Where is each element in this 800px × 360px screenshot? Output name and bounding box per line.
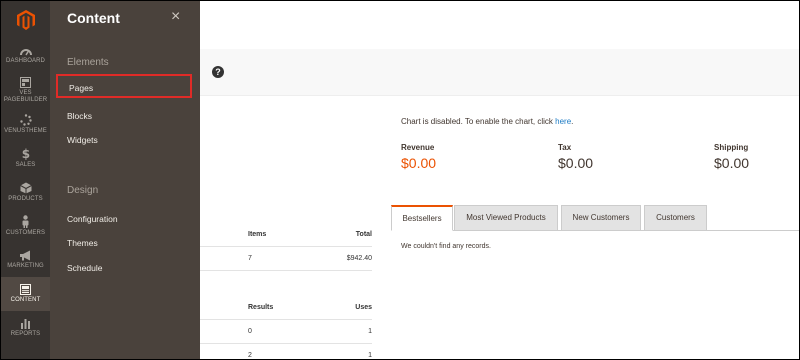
- last-orders-table: Items Total 7 $942.40: [200, 223, 372, 271]
- metric-tax-label: Tax: [558, 143, 572, 152]
- chart-message-suffix: .: [571, 117, 574, 126]
- nav-marketing[interactable]: MARKETING: [1, 243, 50, 277]
- nav-content[interactable]: CONTENT: [1, 277, 50, 311]
- magento-logo-icon: [16, 10, 35, 30]
- person-icon: [22, 215, 29, 228]
- dollar-icon: $: [21, 148, 29, 160]
- search-terms-table: Results Uses 0 1 2 1: [200, 296, 372, 359]
- menu-item-pages[interactable]: Pages: [56, 74, 192, 98]
- nav-products[interactable]: PRODUCTS: [1, 175, 50, 209]
- cell-items: 7: [248, 255, 252, 262]
- admin-window: DASHBOARD VES PAGEBUILDER VENUSTHEME $ S…: [0, 0, 800, 360]
- no-records-message: We couldn't find any records.: [401, 243, 491, 250]
- chart-disabled-message: Chart is disabled. To enable the chart, …: [401, 117, 573, 126]
- cell-results: 2: [248, 352, 252, 359]
- nav-customers[interactable]: CUSTOMERS: [1, 209, 50, 243]
- metric-revenue: Revenue $0.00: [401, 143, 436, 171]
- column-header-uses: Uses: [355, 304, 372, 311]
- nav-customers-label: CUSTOMERS: [5, 230, 46, 236]
- nav-ves-pagebuilder[interactable]: VES PAGEBUILDER: [1, 73, 50, 107]
- group-title-elements: Elements: [67, 57, 109, 68]
- cell-results: 0: [248, 328, 252, 335]
- column-header-total: Total: [355, 231, 372, 238]
- pagebuilder-icon: [20, 76, 31, 88]
- nav-reports[interactable]: REPORTS: [1, 311, 50, 345]
- nav-sales[interactable]: $ SALES: [1, 141, 50, 175]
- enable-chart-link[interactable]: here: [555, 117, 571, 126]
- main-nav: DASHBOARD VES PAGEBUILDER VENUSTHEME $ S…: [1, 1, 50, 359]
- dashboard-tabs: Bestsellers Most Viewed Products New Cus…: [391, 205, 799, 231]
- column-header-results: Results: [248, 304, 274, 311]
- nav-reports-label: REPORTS: [10, 331, 41, 337]
- cube-icon: [19, 182, 32, 193]
- menu-item-schedule[interactable]: Schedule: [56, 256, 192, 280]
- table-row[interactable]: 2 1: [200, 344, 372, 359]
- help-icon[interactable]: ?: [212, 66, 224, 78]
- page-actions-bar: [200, 49, 799, 96]
- nav-venustheme-label: VENUSTHEME: [4, 127, 47, 134]
- table-row[interactable]: 0 1: [200, 320, 372, 344]
- nav-ves-pagebuilder-label: VES PAGEBUILDER: [3, 89, 48, 103]
- tab-bestsellers[interactable]: Bestsellers: [391, 205, 453, 231]
- menu-item-themes[interactable]: Themes: [56, 231, 192, 255]
- table-header-row: Items Total: [200, 223, 372, 247]
- nav-dashboard-label: DASHBOARD: [6, 58, 45, 64]
- metric-shipping: Shipping $0.00: [714, 143, 749, 171]
- nav-products-label: PRODUCTS: [8, 195, 43, 202]
- bar-chart-icon: [21, 319, 30, 329]
- group-title-design: Design: [67, 185, 99, 196]
- cell-total: $942.40: [346, 255, 372, 262]
- nav-dashboard[interactable]: DASHBOARD: [1, 39, 50, 73]
- close-icon[interactable]: ×: [171, 9, 180, 25]
- content-menu-panel: Content × Elements Pages Blocks Widgets …: [50, 1, 200, 359]
- menu-item-configuration[interactable]: Configuration: [56, 207, 192, 231]
- nav-sales-label: SALES: [15, 161, 36, 168]
- menu-item-widgets[interactable]: Widgets: [56, 128, 192, 152]
- venustheme-icon: [19, 113, 32, 126]
- menu-item-blocks[interactable]: Blocks: [56, 104, 192, 128]
- chart-message-text: Chart is disabled. To enable the chart, …: [401, 117, 556, 126]
- tab-new-customers[interactable]: New Customers: [561, 205, 641, 231]
- tab-most-viewed-products[interactable]: Most Viewed Products: [454, 205, 558, 231]
- metric-shipping-value: $0.00: [714, 155, 750, 171]
- nav-venustheme[interactable]: VENUSTHEME: [1, 107, 50, 141]
- content-icon: [20, 284, 31, 295]
- nav-content-label: CONTENT: [10, 297, 41, 303]
- cell-uses: 1: [368, 328, 372, 335]
- metric-shipping-label: Shipping: [714, 143, 749, 152]
- cell-uses: 1: [368, 352, 372, 359]
- svg-text:$: $: [21, 148, 29, 160]
- table-row[interactable]: 7 $942.40: [200, 247, 372, 271]
- column-header-items: Items: [248, 231, 267, 238]
- megaphone-icon: [20, 250, 30, 261]
- metric-tax: Tax $0.00: [558, 143, 593, 171]
- table-header-row: Results Uses: [200, 296, 372, 320]
- magento-logo[interactable]: [1, 1, 50, 39]
- metric-revenue-label: Revenue: [401, 143, 435, 152]
- speedometer-icon: [19, 49, 32, 56]
- tab-customers[interactable]: Customers: [644, 205, 707, 231]
- nav-marketing-label: MARKETING: [7, 263, 44, 269]
- metric-revenue-value: $0.00: [401, 155, 437, 171]
- metric-tax-value: $0.00: [558, 155, 594, 171]
- panel-title: Content: [67, 10, 120, 26]
